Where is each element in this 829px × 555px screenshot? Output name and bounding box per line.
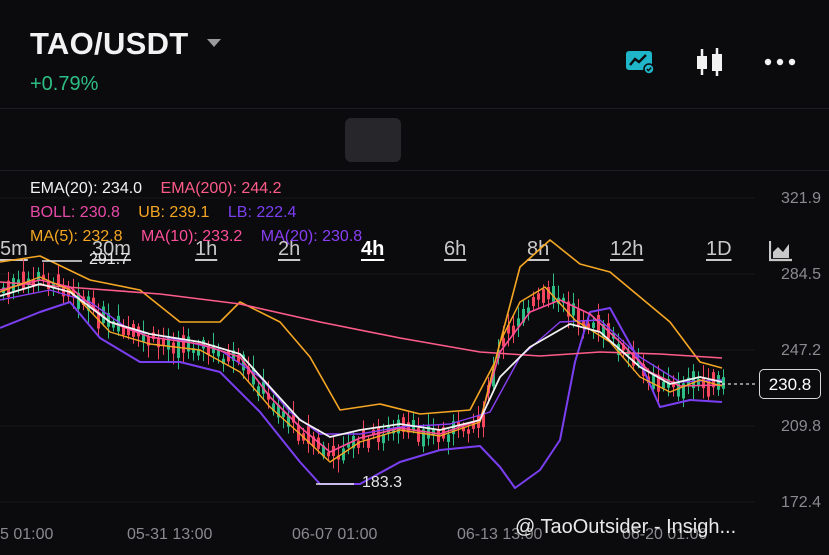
more-icon[interactable]: [763, 57, 797, 67]
candle-body: [717, 375, 720, 390]
candle-body: [722, 377, 725, 389]
candle-body: [532, 297, 535, 307]
candle-body: [12, 278, 15, 292]
current-price-tag: 230.8: [759, 369, 821, 399]
legend-ma10: MA(10): 233.2: [140, 228, 243, 245]
y-tick-label: 209.8: [780, 418, 821, 435]
candle-body: [467, 429, 470, 434]
candle-body: [652, 374, 655, 390]
candle-body: [592, 322, 595, 328]
candle-body: [707, 380, 710, 397]
legend-ma5: MA(5): 232.8: [30, 228, 123, 245]
watermark: @ TaoOutsider - Insigh...: [515, 516, 737, 538]
low-price-label: 183.3: [362, 474, 403, 491]
candle-body: [552, 286, 555, 302]
tabs-divider: [0, 170, 829, 171]
header-divider: [0, 108, 829, 109]
candle-body: [702, 377, 705, 389]
legend-ma20: MA(20): 230.8: [260, 228, 363, 245]
x-tick-label: 06-07 01:00: [292, 526, 378, 543]
legend-ema20: EMA(20): 234.0: [30, 180, 143, 197]
candle-body: [537, 293, 540, 300]
x-tick-label: 05-31 13:00: [127, 526, 213, 543]
y-tick-label: 284.5: [780, 266, 821, 283]
legend-boll: BOLL: 230.8 UB: 239.1 LB: 222.4: [30, 204, 310, 222]
legend-boll-ub: UB: 239.1: [138, 204, 210, 221]
y-tick-label: 247.2: [780, 342, 821, 359]
legend-ma: MA(5): 232.8 MA(10): 233.2 MA(20): 230.8: [30, 228, 376, 246]
candle-body: [162, 339, 165, 346]
legend-boll-mid: BOLL: 230.8: [30, 204, 120, 221]
pair-title[interactable]: TAO/USDT: [30, 26, 189, 62]
candle-body: [182, 335, 185, 353]
y-tick-label: 321.9: [780, 190, 821, 207]
chart-header: TAO/USDT +0.79%: [0, 0, 829, 108]
chart-settings-icon[interactable]: [624, 48, 656, 76]
legend-ema200: EMA(200): 244.2: [160, 180, 282, 197]
interval-tabs: 5m 30m 1h 2h 4h 6h 8h 12h 1D: [0, 110, 829, 262]
candle-body: [327, 452, 330, 457]
price-change: +0.79%: [30, 73, 99, 95]
candle-body: [22, 271, 25, 289]
candle-body: [447, 434, 450, 443]
candle-body: [177, 340, 180, 358]
high-price-label: 291.7: [89, 251, 130, 268]
chevron-down-icon[interactable]: [207, 39, 221, 47]
candle-body: [157, 337, 160, 348]
legend-ema: EMA(20): 234.0 EMA(200): 244.2: [30, 180, 295, 198]
legend-boll-lb: LB: 222.4: [227, 204, 297, 221]
candle-body: [172, 342, 175, 354]
candle-body: [662, 381, 665, 389]
x-tick-label: 5 01:00: [0, 526, 54, 543]
candle-body: [542, 289, 545, 303]
y-tick-label: 172.4: [780, 494, 821, 511]
candlestick-icon[interactable]: [694, 46, 726, 78]
candle-body: [57, 274, 60, 285]
candle-body: [37, 271, 40, 281]
